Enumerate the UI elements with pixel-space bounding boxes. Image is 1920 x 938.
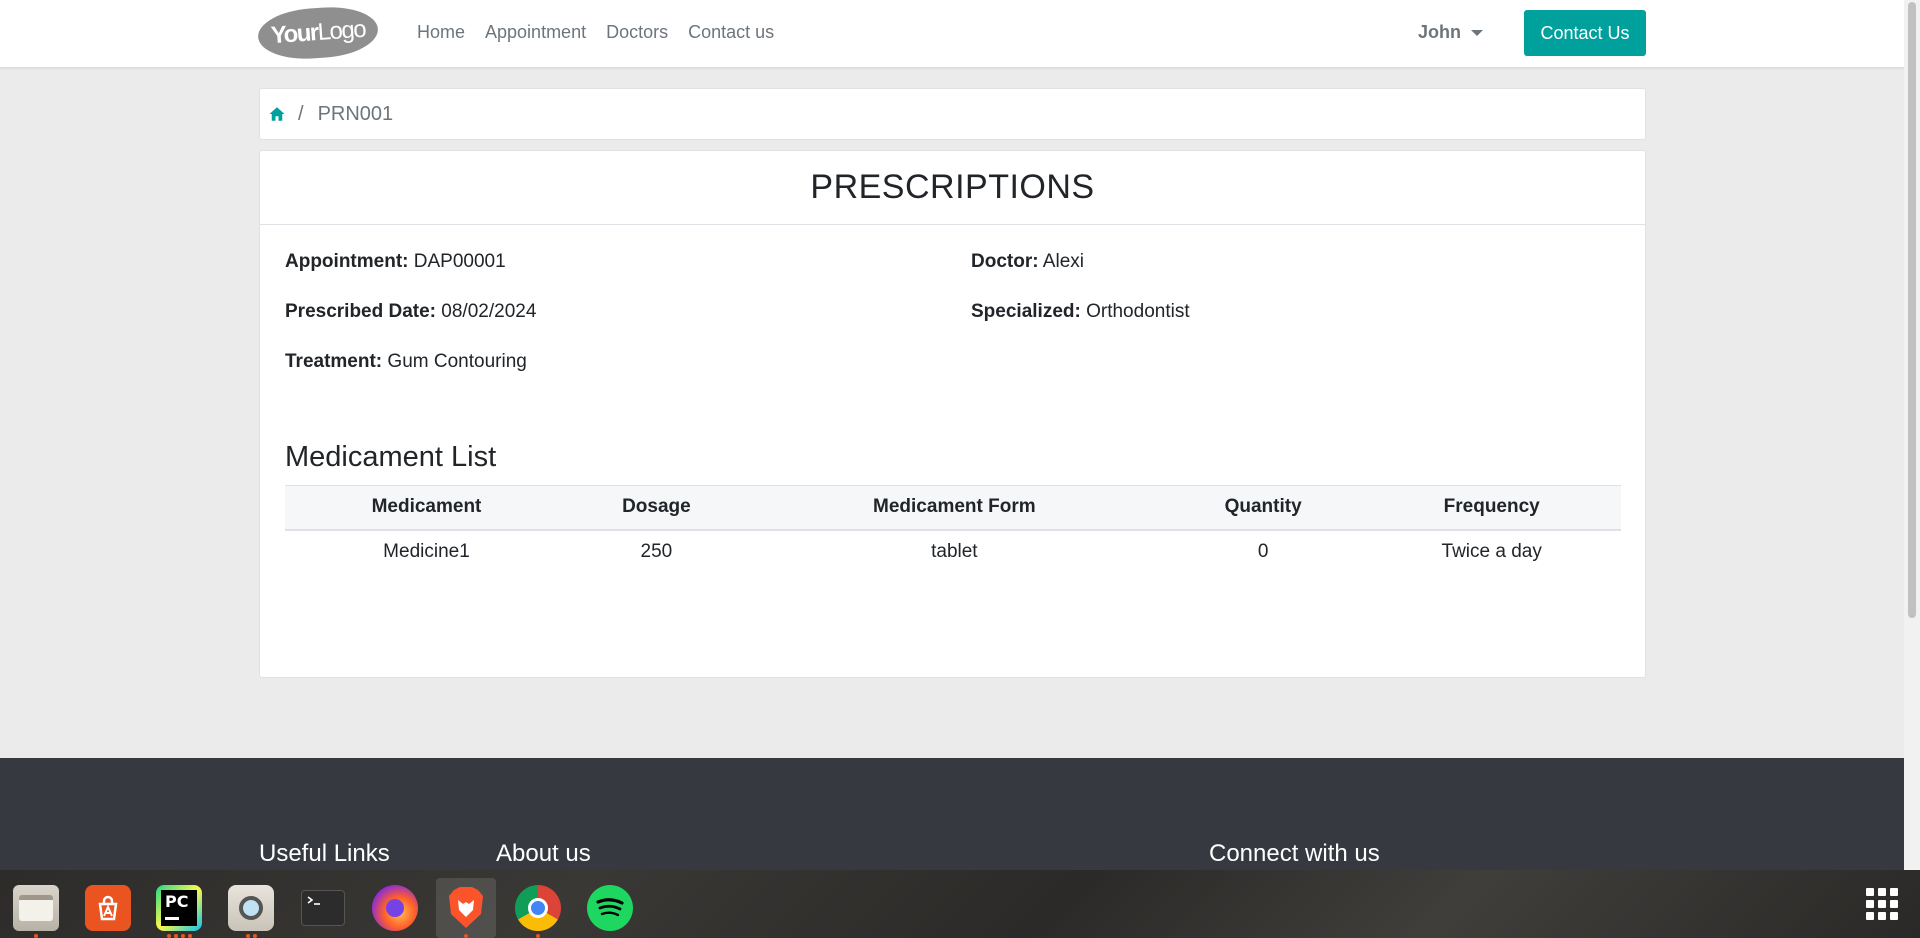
chrome-icon bbox=[515, 885, 561, 931]
column-header-frequency: Frequency bbox=[1362, 485, 1621, 531]
image-viewer-icon bbox=[228, 885, 274, 931]
apps-grid-icon[interactable] bbox=[1866, 888, 1898, 920]
contact-us-button[interactable]: Contact Us bbox=[1524, 10, 1646, 56]
dock-files[interactable] bbox=[6, 878, 66, 938]
files-icon bbox=[13, 885, 59, 931]
pycharm-icon-label: PC bbox=[165, 892, 189, 911]
scrollbar-thumb[interactable] bbox=[1908, 2, 1916, 618]
specialized-field: Specialized: Orthodontist bbox=[971, 301, 1190, 323]
column-header-medicament-form: Medicament Form bbox=[744, 485, 1164, 531]
logo[interactable]: YourLogo bbox=[256, 3, 380, 63]
taskbar: PC bbox=[0, 870, 1920, 938]
appointment-value: DAP00001 bbox=[413, 251, 506, 272]
spotify-icon bbox=[587, 885, 633, 931]
nav-link-doctors[interactable]: Doctors bbox=[606, 22, 668, 43]
terminal-icon bbox=[301, 890, 345, 926]
nav-link-appointment[interactable]: Appointment bbox=[485, 22, 586, 43]
page-scrollbar[interactable] bbox=[1904, 0, 1920, 870]
dock-terminal[interactable] bbox=[293, 878, 353, 938]
prescribed-date-value: 08/02/2024 bbox=[441, 301, 537, 322]
cell-quantity: 0 bbox=[1257, 541, 1269, 562]
column-header-quantity: Quantity bbox=[1163, 485, 1363, 531]
cell-medicament-form: tablet bbox=[931, 541, 978, 562]
treatment-field: Treatment: Gum Contouring bbox=[285, 351, 527, 373]
cell-medicament: Medicine1 bbox=[383, 541, 470, 562]
appointment-label: Appointment: bbox=[285, 251, 409, 272]
medicament-table: Medicament Dosage Medicament Form Quanti… bbox=[285, 485, 1621, 574]
column-header-dosage: Dosage bbox=[567, 485, 745, 531]
prescribed-date-field: Prescribed Date: 08/02/2024 bbox=[285, 301, 536, 323]
prescribed-date-label: Prescribed Date: bbox=[285, 301, 437, 322]
dock-firefox[interactable] bbox=[365, 878, 425, 938]
table-row: Medicine1 250 tablet 0 Twice a day bbox=[285, 530, 1621, 574]
doctor-value: Alexi bbox=[1042, 251, 1084, 272]
appointment-field: Appointment: DAP00001 bbox=[285, 251, 506, 273]
footer-useful-links-heading: Useful Links bbox=[259, 840, 390, 867]
user-dropdown[interactable]: John bbox=[1418, 22, 1483, 43]
doctor-field: Doctor: Alexi bbox=[971, 251, 1084, 273]
breadcrumb-separator: / bbox=[298, 102, 304, 125]
dock-spotify[interactable] bbox=[580, 878, 640, 938]
dock-brave[interactable] bbox=[436, 878, 496, 938]
top-navbar: YourLogo Home Appointment Doctors Contac… bbox=[0, 0, 1904, 68]
breadcrumb: / PRN001 bbox=[259, 88, 1646, 140]
dock-pycharm[interactable]: PC bbox=[149, 878, 209, 938]
specialized-value: Orthodontist bbox=[1086, 301, 1190, 322]
card-header: PRESCRIPTIONS bbox=[260, 151, 1645, 225]
column-header-medicament: Medicament bbox=[285, 485, 568, 531]
nav-link-contact-us[interactable]: Contact us bbox=[688, 22, 774, 43]
footer-about-us-heading: About us bbox=[496, 840, 591, 867]
logo-text-bold: Your bbox=[269, 19, 319, 50]
user-name: John bbox=[1418, 22, 1461, 42]
dock-app-center[interactable] bbox=[78, 878, 138, 938]
dock-chrome[interactable] bbox=[508, 878, 568, 938]
cell-frequency: Twice a day bbox=[1441, 541, 1542, 562]
table-header-row: Medicament Dosage Medicament Form Quanti… bbox=[285, 485, 1621, 531]
nav-link-home[interactable]: Home bbox=[417, 22, 465, 43]
nav-links: Home Appointment Doctors Contact us bbox=[417, 22, 794, 43]
logo-text-light: Logo bbox=[316, 15, 366, 46]
specialized-label: Specialized: bbox=[971, 301, 1081, 322]
cell-dosage: 250 bbox=[640, 541, 673, 562]
prescription-card: PRESCRIPTIONS Appointment: DAP00001 Pres… bbox=[259, 150, 1646, 678]
home-icon[interactable] bbox=[268, 105, 286, 123]
doctor-label: Doctor: bbox=[971, 251, 1039, 272]
breadcrumb-current: PRN001 bbox=[317, 102, 394, 125]
caret-down-icon bbox=[1471, 29, 1483, 36]
footer-connect-heading: Connect with us bbox=[1209, 840, 1380, 867]
treatment-value: Gum Contouring bbox=[387, 351, 527, 372]
firefox-icon bbox=[372, 885, 418, 931]
app-center-icon bbox=[85, 885, 131, 931]
treatment-label: Treatment: bbox=[285, 351, 383, 372]
dock-image-viewer[interactable] bbox=[221, 878, 281, 938]
page-title: PRESCRIPTIONS bbox=[810, 168, 1095, 206]
pycharm-icon: PC bbox=[156, 885, 202, 931]
brave-icon bbox=[443, 885, 489, 931]
medicament-list-title: Medicament List bbox=[285, 441, 497, 473]
